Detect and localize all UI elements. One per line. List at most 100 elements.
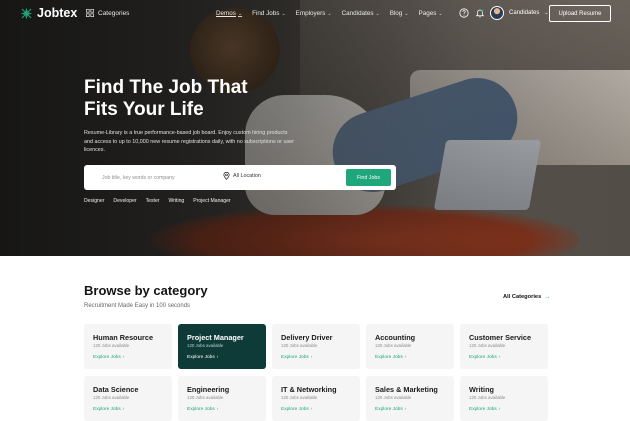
arrow-right-icon: › [498,355,501,360]
card-title: Engineering [187,385,230,394]
card-title: Data Science [93,385,139,394]
card-title: Accounting [375,333,416,342]
explore-jobs-link[interactable]: Explore Jobs › [187,407,257,412]
card-count: 120 Jobs available [93,343,130,348]
top-navbar: Jobtex Categories Demos ⌄ Find Jobs ⌄ Empl… [0,0,630,28]
category-card-project-manager[interactable]: Project Manager 120 Jobs available Explo… [178,324,266,369]
explore-label: Explore Jobs [93,407,121,412]
search-input[interactable] [96,171,206,184]
logo[interactable]: Jobtex [20,6,77,20]
hero-section [0,0,630,256]
tag-writing[interactable]: Writing [168,198,184,204]
card-count: 120 Jobs available [469,395,506,400]
card-title: Sales & Marketing [375,385,438,394]
explore-label: Explore Jobs [187,355,215,360]
chevron-down-icon: ⌄ [438,10,443,17]
find-jobs-button[interactable]: Find Jobs [346,169,391,186]
arrow-right-icon: › [310,355,313,360]
explore-jobs-link[interactable]: Explore Jobs › [187,355,257,360]
menu-item-pages[interactable]: Pages ⌄ [419,10,443,17]
card-count: 120 Jobs available [375,395,412,400]
job-search-bar: All Location Find Jobs [84,165,396,190]
category-card-engineering[interactable]: Engineering 120 Jobs available Explore J… [178,376,266,421]
location-select[interactable]: All Location [223,172,261,180]
arrow-right-icon: › [122,355,125,360]
hero-overlay [0,0,630,256]
category-card-it-networking[interactable]: IT & Networking 120 Jobs available Explo… [272,376,360,421]
arrow-right-icon: › [404,355,407,360]
category-grid: Human Resource 120 Jobs available Explor… [84,324,548,421]
card-count: 120 Jobs available [281,395,318,400]
explore-jobs-link[interactable]: Explore Jobs › [469,355,539,360]
explore-label: Explore Jobs [281,355,309,360]
chevron-down-icon: ⌄ [281,10,286,17]
tag-project-manager[interactable]: Project Manager [193,198,230,204]
category-card-sales-marketing[interactable]: Sales & Marketing 120 Jobs available Exp… [366,376,454,421]
explore-jobs-link[interactable]: Explore Jobs › [281,355,351,360]
explore-jobs-link[interactable]: Explore Jobs › [93,407,163,412]
bell-icon[interactable] [475,8,485,18]
category-card-accounting[interactable]: Accounting 120 Jobs available Explore Jo… [366,324,454,369]
explore-label: Explore Jobs [375,355,403,360]
categories-link[interactable]: Categories [86,9,129,17]
explore-label: Explore Jobs [281,407,309,412]
categories-label: Categories [98,9,130,17]
location-label: All Location [233,173,261,179]
logo-star-icon [20,7,33,19]
hero-title-line-2: Fits Your Life [84,99,204,120]
explore-label: Explore Jobs [469,355,497,360]
tag-developer[interactable]: Developer [113,198,136,204]
menu-item-find-jobs[interactable]: Find Jobs ⌄ [252,10,286,17]
chevron-down-icon: ⌄ [404,10,409,17]
category-card-delivery-driver[interactable]: Delivery Driver 120 Jobs available Explo… [272,324,360,369]
logo-text: Jobtex [37,6,78,20]
category-card-customer-service[interactable]: Customer Service 120 Jobs available Expl… [460,324,548,369]
all-categories-link[interactable]: All Categories → [503,294,550,300]
category-card-human-resource[interactable]: Human Resource 120 Jobs available Explor… [84,324,172,369]
card-title: Project Manager [187,333,244,342]
explore-jobs-link[interactable]: Explore Jobs › [281,407,351,412]
upload-resume-button[interactable]: Upload Resume [549,5,611,22]
explore-jobs-link[interactable]: Explore Jobs › [375,355,445,360]
grid-icon [86,9,94,17]
arrow-right-icon: › [122,407,125,412]
card-title: Delivery Driver [281,333,333,342]
card-title: IT & Networking [281,385,337,394]
menu-label: Pages [418,10,437,17]
user-label: Candidates [509,10,540,16]
tag-designer[interactable]: Designer [84,198,104,204]
card-title: Human Resource [93,333,154,342]
chevron-down-icon: ⌄ [544,10,549,16]
explore-label: Explore Jobs [469,407,497,412]
chevron-down-icon: ⌄ [237,10,243,17]
tag-tester[interactable]: Tester [146,198,160,204]
arrow-right-icon: → [544,294,551,300]
category-card-data-science[interactable]: Data Science 120 Jobs available Explore … [84,376,172,421]
chevron-down-icon: ⌄ [327,10,332,17]
user-menu[interactable]: Candidates ⌄ [490,6,549,20]
popular-tags: Designer Developer Tester Writing Projec… [84,198,231,204]
menu-item-candidates[interactable]: Candidates ⌄ [342,10,380,17]
arrow-right-icon: › [310,407,313,412]
category-card-writing[interactable]: Writing 120 Jobs available Explore Jobs › [460,376,548,421]
explore-label: Explore Jobs [93,355,121,360]
menu-label: Find Jobs [252,10,280,17]
explore-jobs-link[interactable]: Explore Jobs › [469,407,539,412]
section-subtitle: Recruitment Made Easy in 100 seconds [84,303,191,309]
arrow-right-icon: › [498,407,501,412]
arrow-right-icon: › [216,407,219,412]
explore-jobs-link[interactable]: Explore Jobs › [375,407,445,412]
hero-description: Resume-Library is a true performance-bas… [84,130,294,154]
menu-item-blog[interactable]: Blog ⌄ [390,10,409,17]
menu-label: Employers [295,10,326,17]
location-pin-icon [223,172,230,180]
card-count: 120 Jobs available [187,343,224,348]
menu-item-employers[interactable]: Employers ⌄ [296,10,332,17]
menu-item-demos[interactable]: Demos ⌄ [216,10,242,17]
card-count: 120 Jobs available [469,343,506,348]
help-icon[interactable] [459,8,469,18]
menu-label: Candidates [341,10,374,17]
explore-jobs-link[interactable]: Explore Jobs › [93,355,163,360]
explore-label: Explore Jobs [375,407,403,412]
arrow-right-icon: › [404,407,407,412]
